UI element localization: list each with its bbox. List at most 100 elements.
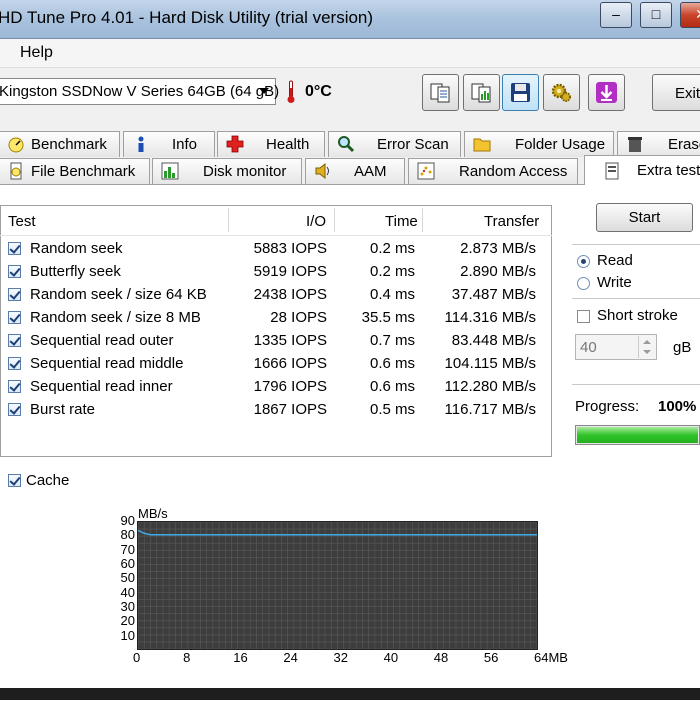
table-row[interactable]: Burst rate 1867 IOPS 0.5 ms 116.717 MB/s bbox=[0, 400, 552, 422]
folder-icon bbox=[473, 138, 491, 152]
write-label[interactable]: Write bbox=[597, 274, 632, 291]
menu-help[interactable]: Help bbox=[20, 44, 53, 62]
drive-select[interactable]: Kingston SSDNow V Series 64GB (64 gB) bbox=[0, 78, 280, 105]
tab-file-benchmark[interactable]: File Benchmark bbox=[0, 158, 150, 184]
title-bar: HD Tune Pro 4.01 - Hard Disk Utility (tr… bbox=[0, 0, 700, 39]
x-tick-label: 16 bbox=[233, 650, 248, 665]
group-divider bbox=[572, 298, 700, 299]
group-divider bbox=[572, 384, 700, 385]
options-button[interactable] bbox=[543, 74, 580, 111]
copy-info-button[interactable] bbox=[422, 74, 459, 111]
file-benchmark-icon bbox=[10, 162, 22, 180]
column-divider bbox=[228, 208, 229, 232]
row-checkbox[interactable] bbox=[8, 288, 21, 301]
read-label[interactable]: Read bbox=[597, 252, 633, 269]
y-tick-label: 50 bbox=[120, 570, 135, 586]
copy-chart-icon bbox=[471, 83, 491, 103]
spin-arrows-icon[interactable] bbox=[638, 336, 655, 358]
group-divider bbox=[572, 244, 700, 245]
x-tick-label: 0 bbox=[133, 650, 141, 665]
tab-disk-monitor[interactable]: Disk monitor bbox=[152, 158, 302, 184]
table-row[interactable]: Sequential read outer 1335 IOPS 0.7 ms 8… bbox=[0, 331, 552, 353]
copy-screenshot-button[interactable] bbox=[463, 74, 500, 111]
tab-extra-tests[interactable]: Extra tests bbox=[584, 155, 700, 185]
tab-health[interactable]: Health bbox=[217, 131, 325, 157]
column-header-io[interactable]: I/O bbox=[306, 213, 326, 230]
column-header-time[interactable]: Time bbox=[385, 213, 418, 230]
disk-monitor-icon bbox=[161, 162, 179, 180]
tab-error-scan[interactable]: Error Scan bbox=[328, 131, 461, 157]
x-tick-label: 56 bbox=[483, 650, 499, 665]
x-tick-label: 32 bbox=[333, 650, 348, 665]
read-radio[interactable] bbox=[577, 255, 590, 268]
table-row[interactable]: Sequential read middle 1666 IOPS 0.6 ms … bbox=[0, 354, 552, 376]
maximize-button[interactable]: □ bbox=[640, 2, 672, 28]
tab-benchmark[interactable]: Benchmark bbox=[0, 131, 120, 157]
x-tick-label: 48 bbox=[433, 650, 449, 665]
progress-label: Progress: bbox=[575, 398, 640, 415]
column-header-transfer[interactable]: Transfer bbox=[484, 213, 539, 230]
radio-selected-dot bbox=[581, 259, 586, 264]
tab-erase[interactable]: Erase bbox=[617, 131, 700, 157]
y-tick-label: 80 bbox=[120, 527, 135, 543]
extra-tests-icon bbox=[605, 162, 619, 180]
save-button[interactable] bbox=[502, 74, 539, 111]
download-button[interactable] bbox=[588, 74, 625, 111]
short-stroke-size-input[interactable]: 40 bbox=[575, 334, 657, 360]
short-stroke-label[interactable]: Short stroke bbox=[597, 307, 678, 324]
start-button[interactable]: Start bbox=[596, 203, 693, 232]
y-tick-label: 60 bbox=[120, 556, 135, 571]
column-divider bbox=[334, 208, 335, 232]
table-row[interactable]: Random seek / size 64 KB 2438 IOPS 0.4 m… bbox=[0, 285, 552, 307]
y-tick-label: 70 bbox=[120, 541, 135, 557]
cache-label[interactable]: Cache bbox=[26, 472, 69, 489]
size-unit: gB bbox=[673, 339, 692, 356]
y-tick-label: 40 bbox=[120, 584, 135, 600]
short-stroke-checkbox[interactable] bbox=[577, 310, 590, 323]
download-arrow-icon bbox=[596, 82, 617, 103]
benchmark-icon bbox=[8, 137, 24, 153]
x-tick-label: 8 bbox=[183, 650, 191, 665]
tab-folder-usage[interactable]: Folder Usage bbox=[464, 131, 614, 157]
tab-random-access[interactable]: Random Access bbox=[408, 158, 578, 184]
column-divider bbox=[422, 208, 423, 232]
random-access-icon bbox=[417, 162, 435, 180]
magnifier-icon bbox=[338, 136, 355, 153]
table-row[interactable]: Random seek / size 8 MB 28 IOPS 35.5 ms … bbox=[0, 308, 552, 330]
speaker-icon bbox=[315, 162, 329, 180]
copy-icon bbox=[430, 83, 450, 103]
health-cross-icon bbox=[226, 135, 244, 153]
row-checkbox[interactable] bbox=[8, 265, 21, 278]
column-header-test[interactable]: Test bbox=[8, 213, 36, 230]
cache-checkbox[interactable] bbox=[8, 474, 21, 487]
row-checkbox[interactable] bbox=[8, 357, 21, 370]
temperature-value: 0°C bbox=[305, 83, 332, 100]
exit-button[interactable]: Exit bbox=[652, 74, 700, 111]
write-radio[interactable] bbox=[577, 277, 590, 290]
row-checkbox[interactable] bbox=[8, 242, 21, 255]
chevron-down-icon bbox=[259, 88, 269, 94]
progress-fill bbox=[577, 427, 698, 443]
close-button[interactable]: ✕ bbox=[680, 2, 700, 28]
row-checkbox[interactable] bbox=[8, 311, 21, 324]
progress-bar bbox=[575, 425, 700, 445]
drive-select-value: Kingston SSDNow V Series 64GB (64 gB) bbox=[0, 83, 280, 100]
tab-info[interactable]: Info bbox=[123, 131, 215, 157]
row-checkbox[interactable] bbox=[8, 403, 21, 416]
window-title: HD Tune Pro 4.01 - Hard Disk Utility (tr… bbox=[0, 8, 374, 27]
y-axis-unit: MB/s bbox=[138, 506, 168, 521]
row-checkbox[interactable] bbox=[8, 380, 21, 393]
table-row[interactable]: Butterfly seek 5919 IOPS 0.2 ms 2.890 MB… bbox=[0, 262, 552, 284]
row-checkbox[interactable] bbox=[8, 334, 21, 347]
thermometer-icon bbox=[287, 80, 295, 103]
trash-icon bbox=[628, 137, 642, 152]
menu-bar: Help bbox=[0, 39, 700, 68]
tab-aam[interactable]: AAM bbox=[305, 158, 405, 184]
minimize-button[interactable]: – bbox=[600, 2, 632, 28]
table-row[interactable]: Sequential read inner 1796 IOPS 0.6 ms 1… bbox=[0, 377, 552, 399]
y-tick-label: 10 bbox=[120, 627, 135, 643]
y-tick-label: 30 bbox=[120, 599, 135, 614]
table-row[interactable]: Random seek 5883 IOPS 0.2 ms 2.873 MB/s bbox=[0, 239, 552, 261]
x-tick-label: 24 bbox=[283, 650, 298, 665]
x-tick-label: 40 bbox=[383, 650, 399, 665]
